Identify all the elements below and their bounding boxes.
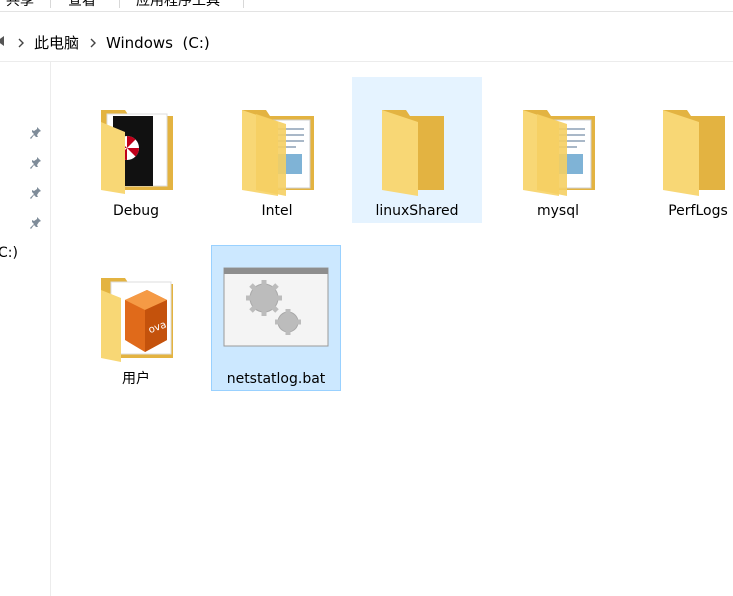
pin-icon[interactable] xyxy=(30,216,42,230)
folder-document-icon xyxy=(101,110,173,194)
ribbon-divider xyxy=(243,0,244,8)
breadcrumb-windows-c[interactable]: Windows (C:) xyxy=(106,34,210,52)
item-label: 用户 xyxy=(122,371,150,387)
pin-icon[interactable] xyxy=(30,186,42,200)
item-label: Intel xyxy=(261,203,293,219)
item-label: netstatlog.bat xyxy=(226,371,326,387)
folder-debug[interactable]: Debug xyxy=(71,77,201,223)
folder-empty-icon xyxy=(663,110,725,196)
pin-icon[interactable] xyxy=(30,126,42,140)
folder-pages-icon xyxy=(242,110,314,196)
file-netstatlog-bat[interactable]: netstatlog.bat xyxy=(211,245,341,391)
back-arrow-icon[interactable] xyxy=(0,35,6,47)
ribbon-tabs: 共享 查看 应用程序工具 xyxy=(0,0,733,14)
ribbon-bottom-line xyxy=(0,11,733,12)
folder-intel[interactable]: Intel xyxy=(212,77,342,223)
folder-pages-icon xyxy=(523,110,595,196)
item-label: PerfLogs xyxy=(668,203,728,219)
chevron-right-icon[interactable] xyxy=(16,36,26,50)
navigation-pane xyxy=(0,62,51,596)
item-label: Debug xyxy=(112,203,160,219)
folder-empty-icon xyxy=(382,110,444,196)
folder-mysql[interactable]: mysql xyxy=(493,77,623,223)
item-label: mysql xyxy=(537,203,579,219)
item-label: linuxShared xyxy=(375,203,459,219)
nav-item-drive-c[interactable]: C:) xyxy=(0,245,18,261)
breadcrumb-this-pc[interactable]: 此电脑 xyxy=(34,34,79,52)
folder-users[interactable]: ova 用户 xyxy=(71,245,201,391)
folder-perflogs[interactable]: PerfLogs xyxy=(633,77,733,223)
folder-linuxshared[interactable]: linuxShared xyxy=(352,77,482,223)
folder-ova-icon: ova xyxy=(101,278,173,362)
chevron-right-icon[interactable] xyxy=(88,36,98,50)
pin-icon[interactable] xyxy=(30,156,42,170)
ribbon-divider xyxy=(119,0,120,8)
batch-file-gears-icon xyxy=(223,267,329,347)
ribbon-divider xyxy=(50,0,51,8)
